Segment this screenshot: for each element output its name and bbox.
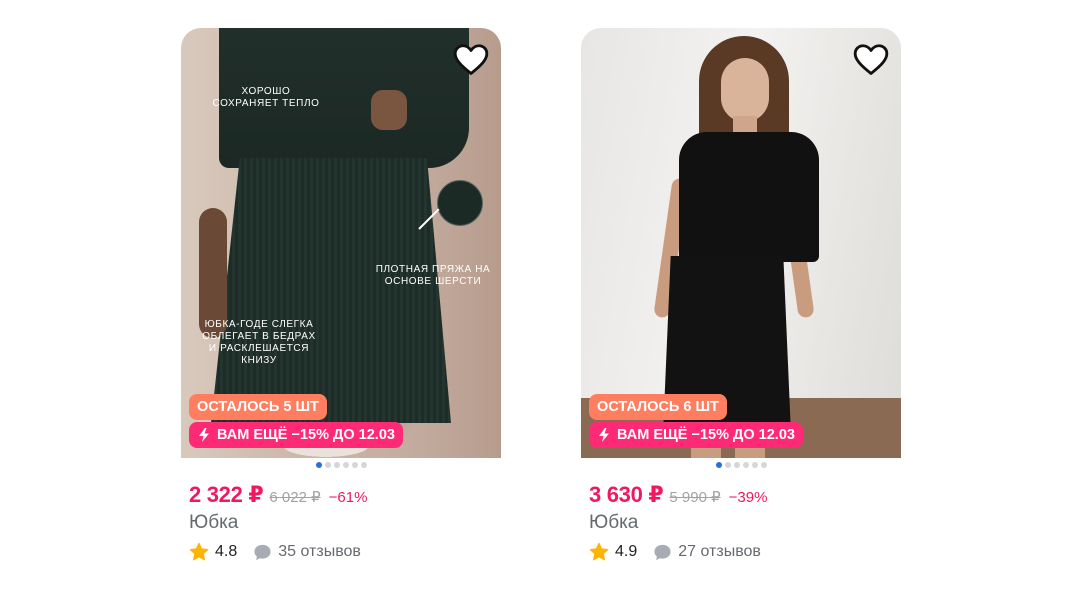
gallery-dots[interactable]: [181, 462, 501, 468]
gallery-dot[interactable]: [733, 462, 740, 468]
gallery-dot[interactable]: [333, 462, 340, 468]
promo-badge-text: ВАМ ЕЩЁ −15% ДО 12.03: [617, 427, 795, 443]
gallery-dot[interactable]: [742, 462, 749, 468]
gallery-dot[interactable]: [751, 462, 758, 468]
heart-outline-icon: [853, 44, 889, 75]
skirt-shape: [211, 158, 451, 423]
promo-badge-text: ВАМ ЕЩЁ −15% ДО 12.03: [217, 427, 395, 443]
current-price: 2 322 ₽: [189, 482, 264, 507]
heart-outline-icon: [453, 44, 489, 75]
star-icon: [589, 542, 609, 561]
discount-percent: −39%: [728, 489, 768, 506]
discount-percent: −61%: [328, 489, 368, 506]
rating-value: 4.9: [615, 543, 638, 560]
favorite-button[interactable]: [851, 40, 891, 80]
price-row: 2 322 ₽ 6 022 ₽ −61%: [189, 482, 367, 508]
stock-badge: ОСТАЛОСЬ 5 ШТ: [189, 394, 327, 420]
old-price: 6 022 ₽: [269, 489, 321, 506]
old-price: 5 990 ₽: [669, 489, 721, 506]
gallery-dot[interactable]: [715, 462, 722, 468]
reviews-count[interactable]: 35 отзывов: [278, 543, 361, 561]
product-photo[interactable]: ОСТАЛОСЬ 6 ШТ ВАМ ЕЩЁ −15% ДО 12.03: [581, 28, 901, 458]
gallery-dot[interactable]: [724, 462, 731, 468]
lightning-icon: [199, 428, 209, 442]
stock-badge: ОСТАЛОСЬ 6 ШТ: [589, 394, 727, 420]
rating-row: 4.9 27 отзывов: [589, 542, 761, 562]
gallery-dot[interactable]: [342, 462, 349, 468]
speech-bubble-icon: [254, 544, 271, 560]
gallery-dot[interactable]: [315, 462, 322, 468]
current-price: 3 630 ₽: [589, 482, 664, 507]
lightning-icon: [599, 428, 609, 442]
fabric-detail-zoom: [437, 180, 483, 226]
star-icon: [189, 542, 209, 561]
gallery-dot[interactable]: [760, 462, 767, 468]
promo-badge: ВАМ ЕЩЁ −15% ДО 12.03: [589, 422, 803, 448]
photo-annotation: юбка-годе слегка облегает в бедрах и рас…: [202, 319, 316, 366]
price-row: 3 630 ₽ 5 990 ₽ −39%: [589, 482, 767, 508]
promo-badge: ВАМ ЕЩЁ −15% ДО 12.03: [189, 422, 403, 448]
product-card[interactable]: ОСТАЛОСЬ 6 ШТ ВАМ ЕЩЁ −15% ДО 12.03 3 63…: [581, 28, 901, 561]
rating-value: 4.8: [215, 543, 238, 560]
speech-bubble-icon: [654, 544, 671, 560]
top-shape: [679, 132, 819, 262]
gallery-dot[interactable]: [360, 462, 367, 468]
favorite-button[interactable]: [451, 40, 491, 80]
product-card[interactable]: хорошо сохраняет тепло плотная пряжа на …: [181, 28, 501, 561]
product-photo[interactable]: хорошо сохраняет тепло плотная пряжа на …: [181, 28, 501, 458]
reviews-count[interactable]: 27 отзывов: [678, 543, 761, 561]
product-title[interactable]: Юбка: [589, 512, 638, 534]
photo-annotation: хорошо сохраняет тепло: [212, 86, 320, 109]
rating-row: 4.8 35 отзывов: [189, 542, 361, 562]
gallery-dots[interactable]: [581, 462, 901, 468]
gallery-dot[interactable]: [324, 462, 331, 468]
gallery-dot[interactable]: [351, 462, 358, 468]
photo-annotation: плотная пряжа на основе шерсти: [375, 264, 491, 287]
product-title[interactable]: Юбка: [189, 512, 238, 534]
hand-shape: [371, 90, 407, 130]
face-shape: [721, 58, 769, 122]
